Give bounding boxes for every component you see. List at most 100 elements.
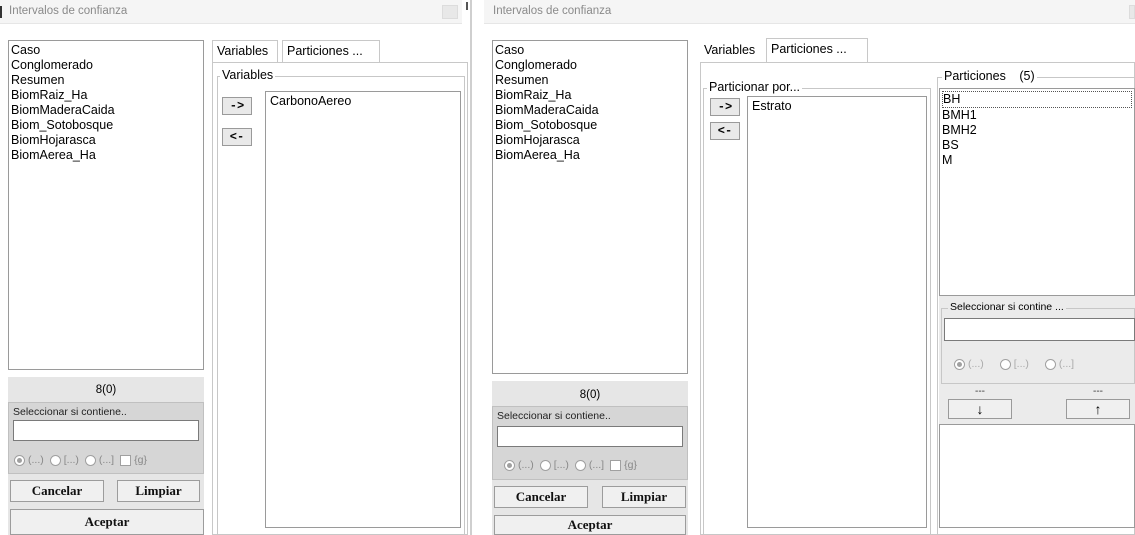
left-select-label: Seleccionar si contiene.. <box>13 406 127 418</box>
list-item[interactable]: M <box>942 153 1134 168</box>
list-item[interactable]: BiomHojarasca <box>11 133 203 148</box>
dash-left: --- <box>975 386 985 397</box>
radio-selected-icon <box>954 358 965 370</box>
move-up-button[interactable]: ↑ <box>1066 399 1130 419</box>
left-window-edge-icon <box>0 6 2 18</box>
list-item[interactable]: Estrato <box>752 99 926 114</box>
list-item[interactable]: BiomMaderaCaida <box>11 103 203 118</box>
list-item[interactable]: Conglomerado <box>495 58 687 73</box>
right-close-icon[interactable] <box>1129 5 1135 19</box>
list-item[interactable]: BiomAerea_Ha <box>11 148 203 163</box>
down-arrow-icon: ↓ <box>976 401 984 417</box>
partition-by-group-label: Particionar por... <box>707 80 803 94</box>
radio-icon <box>574 459 586 471</box>
list-item[interactable]: BMH2 <box>942 123 1134 138</box>
left-remove-arrow-button[interactable]: <- <box>222 128 252 146</box>
move-down-button[interactable]: ↓ <box>948 399 1012 419</box>
left-radio-row: (...) [...) (...] {g} <box>14 454 153 466</box>
partitions-list[interactable]: BH BMH1 BMH2 BS M <box>939 88 1135 296</box>
list-item[interactable]: Resumen <box>11 73 203 88</box>
list-item[interactable]: Caso <box>495 43 687 58</box>
left-radio-open[interactable]: (...) <box>14 454 44 466</box>
radio-label: (...) <box>518 459 534 471</box>
radio-icon <box>84 454 96 466</box>
radio-icon <box>999 358 1011 370</box>
partition-radio-halfopen[interactable]: [...) <box>999 358 1029 370</box>
right-remove-arrow-button[interactable]: <- <box>710 122 740 140</box>
right-radio-halfclosed[interactable]: (...] <box>574 459 605 471</box>
left-variable-count: 8(0) <box>95 384 117 396</box>
right-radio-halfopen[interactable]: [...) <box>539 459 569 471</box>
list-item[interactable]: Caso <box>11 43 203 58</box>
list-item[interactable]: Biom_Sotobosque <box>495 118 687 133</box>
left-accept-button[interactable]: Aceptar <box>10 509 204 535</box>
left-radio-halfclosed[interactable]: (...] <box>84 454 115 466</box>
right-radio-open[interactable]: (...) <box>504 459 534 471</box>
partitions-group-label: Particiones (5) <box>942 69 1037 83</box>
partition-select-input[interactable] <box>944 318 1135 341</box>
right-window-title: Intervalos de confianza <box>493 5 612 17</box>
checkbox-icon <box>610 459 622 471</box>
right-clear-button[interactable]: Limpiar <box>602 486 686 508</box>
right-cancel-button[interactable]: Cancelar <box>494 486 588 508</box>
list-item[interactable]: BiomRaiz_Ha <box>495 88 687 103</box>
dialog-separator <box>470 0 472 535</box>
list-item[interactable]: Biom_Sotobosque <box>11 118 203 133</box>
left-variables-group-label: Variables <box>220 68 276 82</box>
radio-selected-icon <box>504 459 515 471</box>
left-group-checkbox[interactable]: {g} <box>120 454 147 466</box>
radio-icon <box>49 454 61 466</box>
tab-particiones[interactable]: Particiones ... <box>766 38 868 62</box>
radio-label: [...) <box>553 459 569 471</box>
partition-result-list[interactable] <box>939 424 1135 528</box>
left-radio-halfopen[interactable]: [...) <box>49 454 79 466</box>
radio-label: (...) <box>28 454 44 466</box>
up-arrow-icon: ↑ <box>1094 401 1102 417</box>
separator-mark-icon <box>466 2 468 10</box>
left-clear-button[interactable]: Limpiar <box>117 480 200 502</box>
list-item[interactable]: BMH1 <box>942 108 1134 123</box>
list-item[interactable]: BiomHojarasca <box>495 133 687 148</box>
partition-select-label: Seleccionar si contine ... <box>948 301 1066 313</box>
right-select-input[interactable] <box>497 426 683 447</box>
radio-label: (...] <box>588 459 605 471</box>
left-variables-list[interactable]: Caso Conglomerado Resumen BiomRaiz_Ha Bi… <box>8 40 204 370</box>
partition-radio-open[interactable]: (...) <box>954 358 984 370</box>
radio-selected-icon <box>14 454 25 466</box>
list-item[interactable]: BS <box>942 138 1134 153</box>
list-item[interactable]: CarbonoAereo <box>270 94 460 109</box>
list-item[interactable]: Resumen <box>495 73 687 88</box>
partitions-count: (5) <box>1019 69 1035 83</box>
right-group-checkbox[interactable]: {g} <box>610 459 637 471</box>
left-title-bar: Intervalos de confianza <box>0 0 462 24</box>
partitions-label: Particiones <box>944 69 1006 83</box>
right-variable-count: 8(0) <box>579 389 601 401</box>
left-cancel-button[interactable]: Cancelar <box>10 480 104 502</box>
left-window-title: Intervalos de confianza <box>9 5 128 17</box>
right-add-arrow-button[interactable]: -> <box>710 98 740 116</box>
tab-particiones[interactable]: Particiones ... <box>282 40 380 62</box>
right-variables-list[interactable]: Caso Conglomerado Resumen BiomRaiz_Ha Bi… <box>492 40 688 374</box>
right-title-bar: Intervalos de confianza <box>484 0 1135 24</box>
right-accept-button[interactable]: Aceptar <box>494 515 686 535</box>
list-item[interactable]: BiomRaiz_Ha <box>11 88 203 103</box>
radio-label: (...) <box>968 358 984 370</box>
radio-icon <box>1044 358 1056 370</box>
tab-variables[interactable]: Variables <box>212 40 278 62</box>
left-selected-variables-list[interactable]: CarbonoAereo <box>265 91 461 528</box>
left-add-arrow-button[interactable]: -> <box>222 97 252 115</box>
radio-label: (...] <box>98 454 115 466</box>
radio-label: [...) <box>1013 358 1029 370</box>
tab-variables[interactable]: Variables <box>700 40 766 62</box>
left-select-input[interactable] <box>13 420 199 441</box>
partition-radio-halfclosed[interactable]: (...] <box>1044 358 1074 370</box>
left-close-icon[interactable] <box>442 5 458 19</box>
right-select-label: Seleccionar si contiene.. <box>497 410 611 422</box>
list-item[interactable]: BiomMaderaCaida <box>495 103 687 118</box>
right-radio-row: (...) [...) (...] {g} <box>504 459 643 471</box>
checkbox-label: {g} <box>134 454 147 466</box>
partition-variables-list[interactable]: Estrato <box>747 96 927 528</box>
list-item[interactable]: BH <box>942 91 1132 108</box>
list-item[interactable]: BiomAerea_Ha <box>495 148 687 163</box>
list-item[interactable]: Conglomerado <box>11 58 203 73</box>
